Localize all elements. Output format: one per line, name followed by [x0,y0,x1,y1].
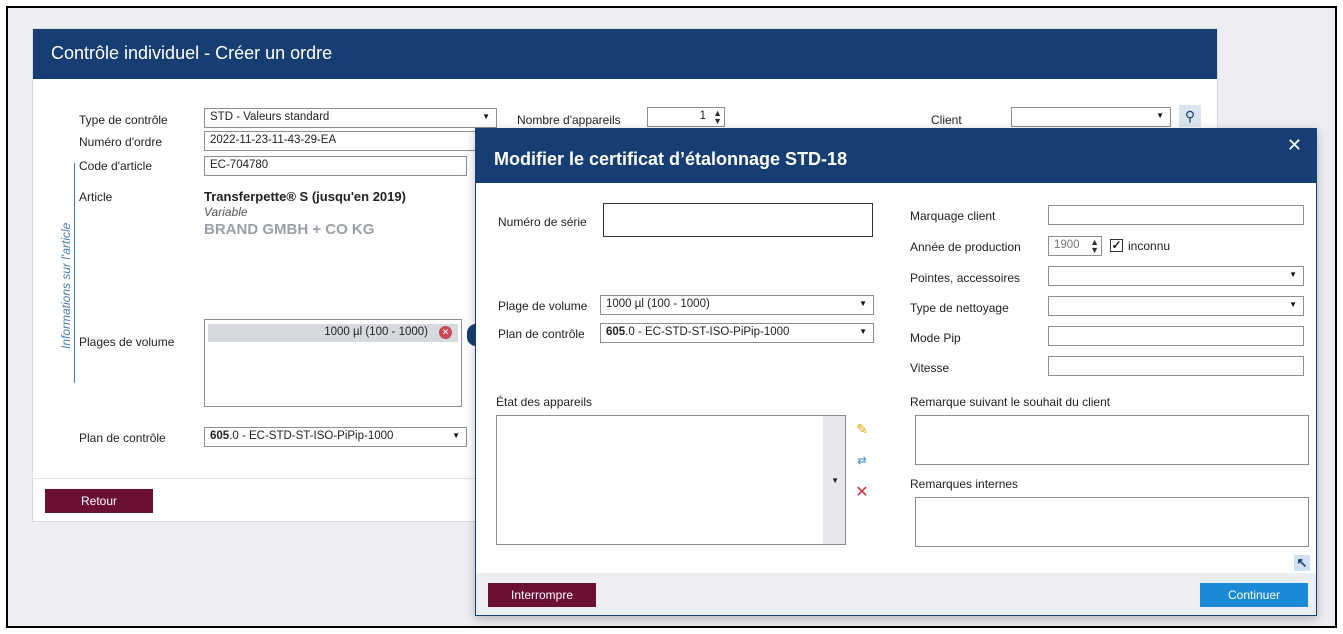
vitesse-input[interactable] [1048,356,1304,376]
delete-x-icon[interactable]: ✕ [852,483,872,503]
type-controle-select[interactable]: STD - Valeurs standard [204,108,497,128]
article-name: Transferpette® S (jusqu'en 2019) [204,189,406,204]
nb-appareils-value: 1 [699,110,706,122]
inconnu-checkbox[interactable]: ✓ [1110,239,1123,252]
pointes-select[interactable] [1048,266,1304,286]
mode-pip-label: Mode Pip [910,331,961,345]
numero-ordre-field[interactable]: 2022-11-23-11-43-29-EA [204,131,497,151]
mode-pip-input[interactable] [1048,326,1304,346]
remarques-internes-textarea[interactable] [915,497,1309,547]
article-label: Article [79,190,113,204]
article-maker: BRAND GMBH + CO KG [204,221,375,238]
plages-list: 1000 µl (100 - 1000) ✕ [204,319,462,407]
dialog-header: Modifier le certificat d’étalonnage STD-… [476,129,1316,183]
dialog-title: Modifier le certificat d’étalonnage STD-… [494,149,848,169]
remove-plage-icon[interactable]: ✕ [439,326,452,339]
client-label: Client [931,113,962,127]
edit-pencil-icon[interactable]: ✎ [852,419,872,439]
dlg-plan-code: 605 [606,326,626,338]
nettoyage-select[interactable] [1048,296,1304,316]
inconnu-label: inconnu [1128,239,1171,253]
dlg-plan-select[interactable]: 605.0 - EC-STD-ST-ISO-PiPip-1000 [600,323,874,343]
numero-ordre-label: Numéro d'ordre [79,135,162,149]
code-article-field[interactable]: EC-704780 [204,156,467,176]
etat-list[interactable]: ▼ [496,415,846,545]
vitesse-label: Vitesse [910,361,950,375]
code-article-label: Code d'article [79,159,152,173]
plan-code: 605 [210,430,230,442]
retour-button[interactable]: Retour [45,489,153,513]
annee-stepper-arrows-icon[interactable]: ▲ ▼ [1090,238,1099,255]
plan-rest: .0 - EC-STD-ST-ISO-PiPip-1000 [229,430,394,442]
plage-volume-label: Plage de volume [498,299,588,313]
close-icon[interactable]: ✕ [1287,135,1302,156]
nb-appareils-label: Nombre d'appareils [517,113,621,127]
etat-label: État des appareils [496,395,593,409]
dlg-plan-label: Plan de contrôle [498,327,585,341]
interrompre-button[interactable]: Interrompre [488,583,596,607]
resize-arrow-icon[interactable]: ↖ [1294,555,1310,571]
remarques-internes-label: Remarques internes [910,477,1019,491]
plan-select[interactable]: 605.0 - EC-STD-ST-ISO-PiPip-1000 [204,427,467,447]
continuer-button[interactable]: Continuer [1200,583,1308,607]
plage-chip-label: 1000 µl (100 - 1000) [324,326,428,338]
plages-label: Plages de volume [79,335,175,349]
dlg-plan-rest: .0 - EC-STD-ST-ISO-PiPip-1000 [625,326,790,338]
plage-chip: 1000 µl (100 - 1000) ✕ [208,324,458,342]
client-select[interactable] [1011,107,1171,127]
article-section-line [74,163,75,383]
nb-appareils-stepper[interactable]: 1 ▲ ▼ [647,107,725,127]
serie-label: Numéro de série [498,215,587,229]
annee-value: 1900 [1054,239,1080,251]
chevron-down-icon[interactable]: ▼ [831,476,839,485]
marquage-label: Marquage client [910,209,996,223]
plage-volume-value: 1000 µl (100 - 1000) [606,298,710,310]
main-title: Contrôle individuel - Créer un ordre [33,29,1217,79]
annee-label: Année de production [910,240,1021,254]
translate-icon[interactable]: ⇄ [852,451,872,471]
remarque-client-label: Remarque suivant le souhait du client [910,395,1111,409]
article-section-label: Informations sur l'article [59,222,73,349]
nettoyage-label: Type de nettoyage [910,301,1009,315]
marquage-input[interactable] [1048,205,1304,225]
stepper-arrows-icon[interactable]: ▲ ▼ [713,109,722,126]
type-controle-label: Type de contrôle [79,113,168,127]
certificate-dialog: Modifier le certificat d’étalonnage STD-… [475,128,1317,616]
serie-input[interactable] [603,203,873,237]
plan-label: Plan de contrôle [79,431,166,445]
article-variant: Variable [204,205,248,219]
plage-volume-select[interactable]: 1000 µl (100 - 1000) [600,295,874,315]
type-controle-value: STD - Valeurs standard [210,111,330,123]
client-search-icon[interactable]: ⚲ [1179,105,1201,127]
pointes-label: Pointes, accessoires [910,271,1021,285]
remarque-client-textarea[interactable] [915,415,1309,465]
annee-stepper[interactable]: 1900 ▲ ▼ [1048,236,1102,256]
dialog-footer: Interrompre Continuer [476,573,1316,615]
screen-frame: Contrôle individuel - Créer un ordre Typ… [6,6,1337,628]
